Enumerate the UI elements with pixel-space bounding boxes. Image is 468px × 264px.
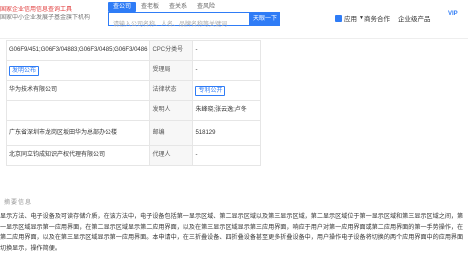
table-row: 发明公布 受理局 -	[5, 60, 261, 81]
search-button[interactable]: 天眼一下	[250, 12, 280, 26]
brand-subtitle: 国家中小企业发展子基金旗下机构	[0, 15, 91, 21]
agent-value: -	[192, 145, 261, 166]
inventor-value: 朱峰晓;张云逸;卢冬	[192, 100, 261, 121]
tab-boss[interactable]: 查老板	[136, 2, 164, 12]
search-input[interactable]	[109, 19, 249, 31]
cpc-label: CPC分类号	[149, 40, 194, 61]
brand-slogan: 国家企业信用信息查询工具	[0, 7, 73, 13]
ipc-value: G06F9/451;G06F3/04883;G06F3/0485;G06F3/0…	[5, 40, 151, 61]
abstract-heading: 摘要信息	[4, 200, 33, 206]
search-box	[108, 12, 250, 31]
address-empty	[5, 100, 151, 121]
table-row: 广东省深圳市龙岗区坂田华为总部办公楼 邮编 518129	[5, 120, 261, 146]
tab-risk[interactable]: 查风险	[192, 2, 220, 12]
examiner-value: -	[192, 60, 261, 81]
table-row: G06F9/451;G06F3/04883;G06F3/0485;G06F3/0…	[5, 40, 261, 61]
legal-status-label: 法律状态	[149, 80, 194, 101]
apps-grid-icon	[335, 14, 342, 22]
applicant-link[interactable]: 华为技术有限公司	[5, 80, 151, 101]
applicant-address: 广东省深圳市龙岗区坂田华为总部办公楼	[5, 120, 151, 146]
apps-label: 应用	[344, 16, 357, 23]
tab-company[interactable]: 查公司	[108, 2, 137, 12]
postcode-label: 邮编	[149, 120, 194, 146]
cpc-value: -	[192, 40, 261, 61]
nav-enterprise-products[interactable]: 企业级产品	[398, 13, 431, 23]
patent-info-table: G06F9/451;G06F3/04883;G06F3/0485;G06F3/0…	[5, 40, 261, 166]
vip-badge[interactable]: VIP	[448, 11, 458, 17]
apps-menu[interactable]: 应用 ▼	[335, 13, 364, 23]
header-divider	[0, 38, 468, 39]
search-type-tabs: 查公司 查老板 查关系 查风险	[108, 2, 220, 12]
inventor-label: 发明人	[149, 100, 194, 121]
table-row: 发明人 朱峰晓;张云逸;卢冬	[5, 100, 261, 121]
legal-status-badge: 专利公开	[195, 85, 226, 96]
brand-logo[interactable]: 国家企业信用信息查询工具 国家中小企业发展子基金旗下机构	[0, 6, 105, 28]
agent-label: 代理人	[149, 145, 194, 166]
table-row: 华为技术有限公司 法律状态 专利公开	[5, 80, 261, 101]
abstract-text: 显示方法、电子设备及可读存储介质，在该方法中，电子设备包括第一显示区域、第二显示…	[0, 213, 464, 252]
patent-type-badge: 发明公布	[9, 65, 40, 76]
postcode-value: 518129	[192, 120, 261, 146]
examiner-label: 受理局	[149, 60, 194, 81]
top-header: 国家企业信用信息查询工具 国家中小企业发展子基金旗下机构 查公司 查老板 查关系…	[0, 0, 468, 40]
tab-relation[interactable]: 查关系	[164, 2, 192, 12]
table-row: 北京同立钧成知识产权代理有限公司 代理人 -	[5, 145, 261, 166]
nav-business-cooperation[interactable]: 商务合作	[364, 13, 390, 23]
agency-link[interactable]: 北京同立钧成知识产权代理有限公司	[5, 145, 151, 166]
